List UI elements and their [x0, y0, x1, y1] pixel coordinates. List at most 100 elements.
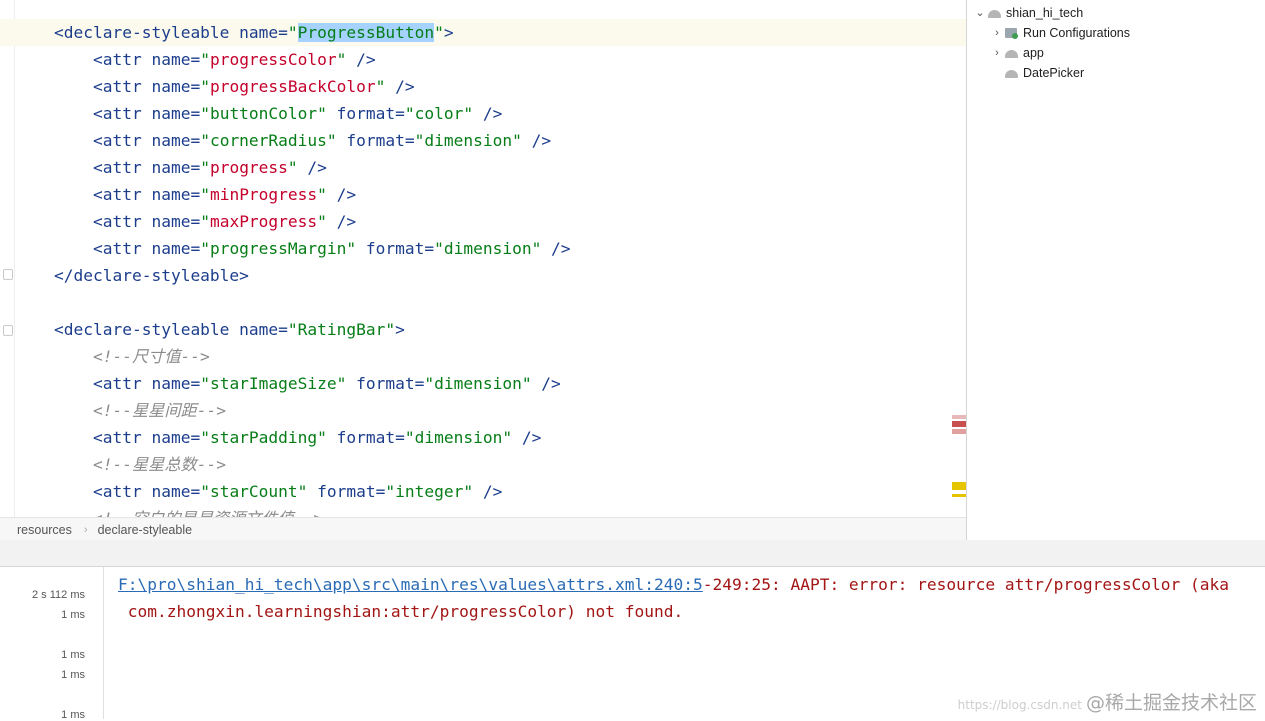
- code-token: ": [200, 158, 210, 177]
- code-token: "dimension": [434, 239, 542, 258]
- code-line[interactable]: [0, 289, 966, 316]
- code-token: <attr: [54, 482, 152, 501]
- code-token: "starImageSize": [200, 374, 347, 393]
- code-token: "progressMargin": [200, 239, 357, 258]
- code-token: <attr: [54, 104, 152, 123]
- code-token: <attr: [54, 131, 152, 150]
- code-token: />: [297, 158, 327, 177]
- build-time: 1 ms: [61, 669, 85, 681]
- breadcrumb-item-resources[interactable]: resources: [17, 523, 72, 537]
- code-token: />: [531, 374, 561, 393]
- code-token: name=: [151, 428, 201, 447]
- build-error-message: F:\pro\shian_hi_tech\app\src\main\res\va…: [118, 571, 1229, 625]
- code-line[interactable]: <attr name="progressBackColor" />: [0, 73, 966, 100]
- error-stripe-marker[interactable]: [952, 429, 966, 434]
- code-token: ": [287, 23, 298, 42]
- code-token: "RatingBar": [287, 320, 396, 339]
- code-token: <attr: [54, 185, 152, 204]
- code-token: >: [395, 320, 405, 339]
- tree-item-root[interactable]: ⌄ shian_hi_tech: [973, 3, 1083, 23]
- code-token: ": [200, 50, 210, 69]
- code-token: name=: [151, 185, 201, 204]
- code-token: <!--星星间距-->: [54, 401, 226, 420]
- code-line[interactable]: <!--星星间距-->: [0, 397, 966, 424]
- code-token: "starPadding": [200, 428, 327, 447]
- android-module-icon: [1004, 67, 1020, 79]
- code-token: </declare-styleable>: [54, 266, 249, 285]
- tree-item-app[interactable]: › app: [990, 43, 1044, 63]
- build-time: 1 ms: [61, 649, 85, 661]
- watermark-text: @稀土掘金技术社区: [1085, 692, 1257, 714]
- code-token: />: [326, 212, 357, 231]
- code-line[interactable]: <attr name="progressColor" />: [0, 46, 966, 73]
- code-line[interactable]: <attr name="minProgress" />: [0, 181, 966, 208]
- code-line[interactable]: <attr name="progress" />: [0, 154, 966, 181]
- tree-item-datepicker[interactable]: DatePicker: [990, 63, 1084, 83]
- code-line[interactable]: <attr name="maxProgress" />: [0, 208, 966, 235]
- breadcrumb-item-declare-styleable[interactable]: declare-styleable: [98, 523, 193, 537]
- code-editor[interactable]: <declare-styleable name="ProgressButton"…: [0, 0, 966, 517]
- breadcrumb-separator: ›: [83, 523, 88, 536]
- code-token: ": [287, 158, 298, 177]
- code-line[interactable]: <attr name="starPadding" format="dimensi…: [0, 424, 966, 451]
- code-token: <attr: [54, 374, 152, 393]
- code-token: />: [385, 77, 415, 96]
- code-line[interactable]: <declare-styleable name="ProgressButton"…: [0, 19, 966, 46]
- android-project-icon: [987, 7, 1003, 19]
- code-token: />: [521, 131, 552, 150]
- code-token: <declare-styleable: [54, 23, 240, 42]
- code-token: ": [434, 23, 444, 42]
- error-stripe-marker[interactable]: [952, 421, 966, 427]
- panel-splitter[interactable]: [0, 540, 1265, 567]
- build-time: 2 s 112 ms: [32, 589, 85, 601]
- chevron-right-icon[interactable]: ›: [990, 23, 1004, 43]
- code-line[interactable]: <!--尺寸值-->: [0, 343, 966, 370]
- watermark-url: https://blog.csdn.net: [957, 698, 1082, 712]
- code-token: name=: [151, 50, 201, 69]
- project-tree: ⌄ shian_hi_tech › Run Configurations › a…: [966, 0, 1265, 540]
- code-token: ": [317, 212, 327, 231]
- code-line[interactable]: <declare-styleable name="RatingBar">: [0, 316, 966, 343]
- warning-stripe-marker[interactable]: [952, 494, 966, 497]
- chevron-right-icon[interactable]: ›: [990, 43, 1004, 63]
- tree-item-label: shian_hi_tech: [1006, 6, 1084, 20]
- code-token: <attr: [54, 158, 152, 177]
- code-token: ": [375, 77, 386, 96]
- code-token: progressColor: [209, 50, 337, 69]
- code-line[interactable]: <attr name="starCount" format="integer" …: [0, 478, 966, 505]
- code-token: ": [317, 185, 327, 204]
- code-token: "dimension": [424, 374, 532, 393]
- error-stripe-marker[interactable]: [952, 415, 966, 419]
- code-line[interactable]: </declare-styleable>: [0, 262, 966, 289]
- watermark: https://blog.csdn.net @稀土掘金技术社区: [958, 688, 1257, 715]
- code-line[interactable]: <!--空白的星星资源文件值-->: [0, 505, 966, 517]
- run-config-icon: [1004, 27, 1020, 39]
- code-token: name=: [151, 374, 201, 393]
- code-token: format=: [326, 104, 405, 123]
- code-line[interactable]: <attr name="cornerRadius" format="dimens…: [0, 127, 966, 154]
- code-token: name=: [151, 158, 201, 177]
- code-token: <declare-styleable: [54, 320, 240, 339]
- build-times-column: 2 s 112 ms 1 ms 1 ms 1 ms 1 ms: [0, 567, 104, 721]
- code-token: <attr: [54, 239, 152, 258]
- code-token: name=: [239, 320, 288, 339]
- code-token: format=: [307, 482, 386, 501]
- code-token: />: [473, 104, 503, 123]
- code-line[interactable]: <!--星星总数-->: [0, 451, 966, 478]
- code-line[interactable]: <attr name="starImageSize" format="dimen…: [0, 370, 966, 397]
- build-time: 1 ms: [61, 609, 85, 621]
- code-token: name=: [151, 239, 201, 258]
- warning-stripe-marker[interactable]: [952, 482, 966, 490]
- code-token: <!--星星总数-->: [54, 455, 226, 474]
- tree-item-run-configurations[interactable]: › Run Configurations: [990, 23, 1130, 43]
- code-token: />: [346, 50, 376, 69]
- code-token: format=: [346, 374, 425, 393]
- code-token: "dimension": [414, 131, 522, 150]
- code-token: <attr: [54, 428, 152, 447]
- code-token: "dimension": [404, 428, 513, 447]
- error-file-link[interactable]: F:\pro\shian_hi_tech\app\src\main\res\va…: [118, 575, 703, 594]
- code-line[interactable]: <attr name="progressMargin" format="dime…: [0, 235, 966, 262]
- build-output-panel: 2 s 112 ms 1 ms 1 ms 1 ms 1 ms F:\pro\sh…: [0, 567, 1265, 721]
- chevron-down-icon[interactable]: ⌄: [973, 3, 987, 23]
- code-line[interactable]: <attr name="buttonColor" format="color" …: [0, 100, 966, 127]
